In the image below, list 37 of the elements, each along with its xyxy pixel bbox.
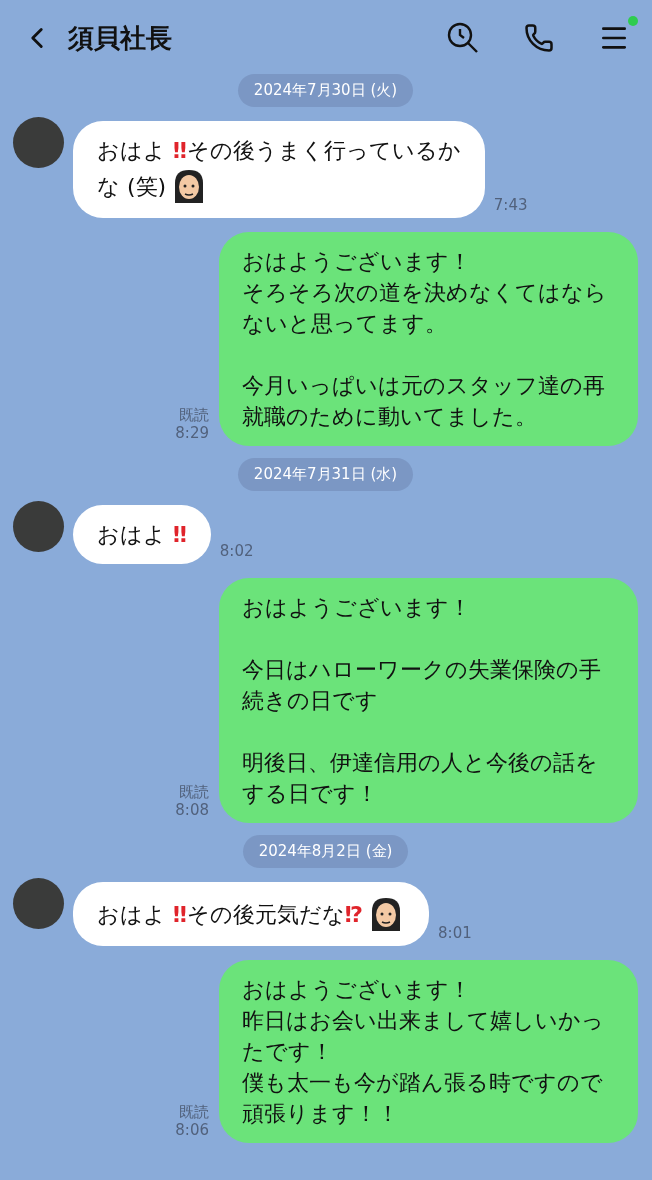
message-text: おはようございます！ bbox=[242, 594, 472, 622]
message-text: 僕も太一も今が踏ん張る時ですので bbox=[242, 1069, 604, 1097]
avatar-photo-placeholder[interactable] bbox=[13, 878, 64, 929]
message-time: 8:01 bbox=[438, 924, 472, 942]
message-time: 8:06 bbox=[175, 1121, 209, 1139]
message-text: おはよ ‼その後元気だな⁉ bbox=[97, 900, 364, 929]
message-text: 就職のために動いてました。 bbox=[242, 403, 538, 431]
date-label: 2024年8月2日 (金) bbox=[242, 835, 409, 868]
date-label: 2024年7月30日 (火) bbox=[237, 74, 414, 107]
message-text: おはようございます！ bbox=[242, 248, 472, 276]
message-text: そろそろ次の道を決めなくてはなら bbox=[242, 279, 608, 307]
read-receipt: 既読 bbox=[179, 1103, 209, 1121]
message-text: 昨日はお会い出来まして嬉しいかっ bbox=[242, 1007, 605, 1035]
message-time: 8:29 bbox=[175, 424, 209, 442]
message-text: おはよ ‼その後うまく行っているか bbox=[97, 137, 461, 165]
chat-title: 須貝社長 bbox=[68, 21, 173, 55]
clock-search-icon bbox=[446, 21, 480, 55]
message-text: 今日はハローワークの失業保険の手 bbox=[242, 656, 602, 684]
message-text: ないと思ってます。 bbox=[242, 310, 448, 338]
message-text: おはよ ‼ bbox=[97, 521, 187, 549]
message-text: な (笑) bbox=[97, 172, 167, 201]
message-text: する日です！ bbox=[242, 780, 379, 808]
avatar-photo-placeholder[interactable] bbox=[13, 501, 64, 552]
message-time: 7:43 bbox=[493, 196, 528, 214]
message-text: おはようございます！ bbox=[242, 976, 472, 1004]
read-receipt: 既読 bbox=[179, 783, 209, 801]
message-text: 頑張ります！！ bbox=[242, 1100, 400, 1128]
date-label: 2024年7月31日 (水) bbox=[237, 458, 414, 491]
message-text: たです！ bbox=[242, 1038, 334, 1066]
message-time: 8:08 bbox=[175, 801, 209, 819]
read-receipt: 既読 bbox=[179, 406, 209, 424]
message-text: 今月いっぱいは元のスタッフ達の再 bbox=[242, 372, 606, 400]
message-time: 8:02 bbox=[219, 542, 254, 560]
message-text: 続きの日です bbox=[242, 687, 379, 715]
message-text: 明後日、伊達信用の人と今後の話を bbox=[242, 749, 599, 777]
phone-icon bbox=[524, 23, 554, 53]
avatar-photo-placeholder[interactable] bbox=[13, 117, 64, 168]
